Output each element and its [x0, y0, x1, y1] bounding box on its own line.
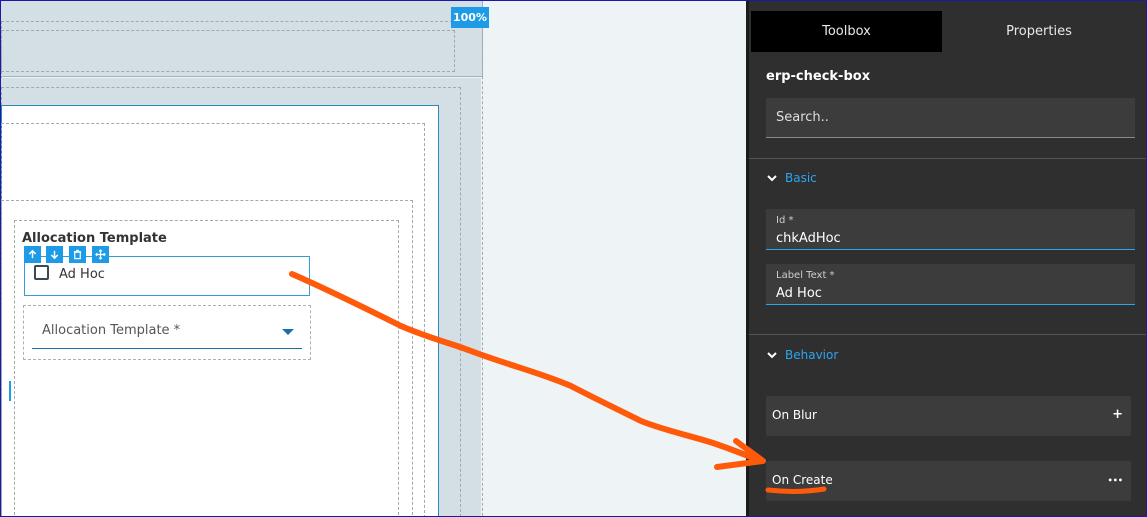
chevron-down-icon [767, 175, 777, 182]
more-icon[interactable]: ••• [1108, 476, 1123, 485]
arrow-down-icon[interactable] [46, 246, 63, 263]
id-field[interactable]: Id * chkAdHoc [766, 209, 1135, 250]
header-container [1, 30, 455, 72]
group-basic-title: Basic [785, 171, 817, 185]
tab-toolbox[interactable]: Toolbox [751, 11, 942, 52]
select-component: Allocation Template * [23, 305, 311, 360]
label-text-field-label: Label Text * [776, 270, 835, 281]
section-title: Allocation Template [22, 231, 167, 246]
label-text-field-value: Ad Hoc [776, 286, 822, 301]
group-behavior-header[interactable]: Behavior [765, 348, 838, 362]
chevron-down-icon [767, 352, 777, 359]
select-placeholder: Allocation Template * [42, 323, 181, 338]
component-name: erp-check-box [766, 69, 871, 84]
group-behavior-title: Behavior [785, 348, 839, 362]
zoom-badge[interactable]: 100% [451, 7, 489, 28]
divider [749, 158, 1146, 159]
add-icon[interactable]: + [1112, 407, 1123, 422]
arrow-up-icon[interactable] [24, 246, 41, 263]
event-on-blur-label: On Blur [772, 408, 817, 422]
panel-tabs: Toolbox Properties [751, 11, 1146, 52]
id-field-label: Id * [776, 215, 794, 226]
search-input[interactable]: Search.. [766, 98, 1135, 138]
designer-canvas: 100% Allocation Template Ad Hoc Allocati… [1, 1, 746, 516]
checkbox[interactable] [34, 265, 49, 280]
trash-icon[interactable] [69, 246, 86, 263]
id-field-value: chkAdHoc [776, 231, 841, 246]
group-basic-header[interactable]: Basic [765, 171, 817, 185]
event-on-create-label: On Create [772, 473, 833, 487]
side-panel: Toolbox Properties erp-check-box Search.… [746, 1, 1146, 516]
checkbox-label: Ad Hoc [59, 267, 105, 282]
allocation-template-select[interactable]: Allocation Template * [32, 315, 302, 349]
label-text-field[interactable]: Label Text * Ad Hoc [766, 264, 1135, 305]
divider [749, 334, 1146, 335]
event-on-blur[interactable]: On Blur + [766, 396, 1131, 436]
caret-down-icon[interactable] [282, 329, 294, 335]
move-icon[interactable] [92, 246, 109, 263]
event-on-create[interactable]: On Create ••• [766, 461, 1131, 501]
tab-properties[interactable]: Properties [942, 11, 1136, 52]
screenshot-frame: 100% Allocation Template Ad Hoc Allocati… [0, 0, 1147, 517]
checkbox-component[interactable]: Ad Hoc [24, 256, 310, 296]
selection-indicator [9, 381, 11, 401]
